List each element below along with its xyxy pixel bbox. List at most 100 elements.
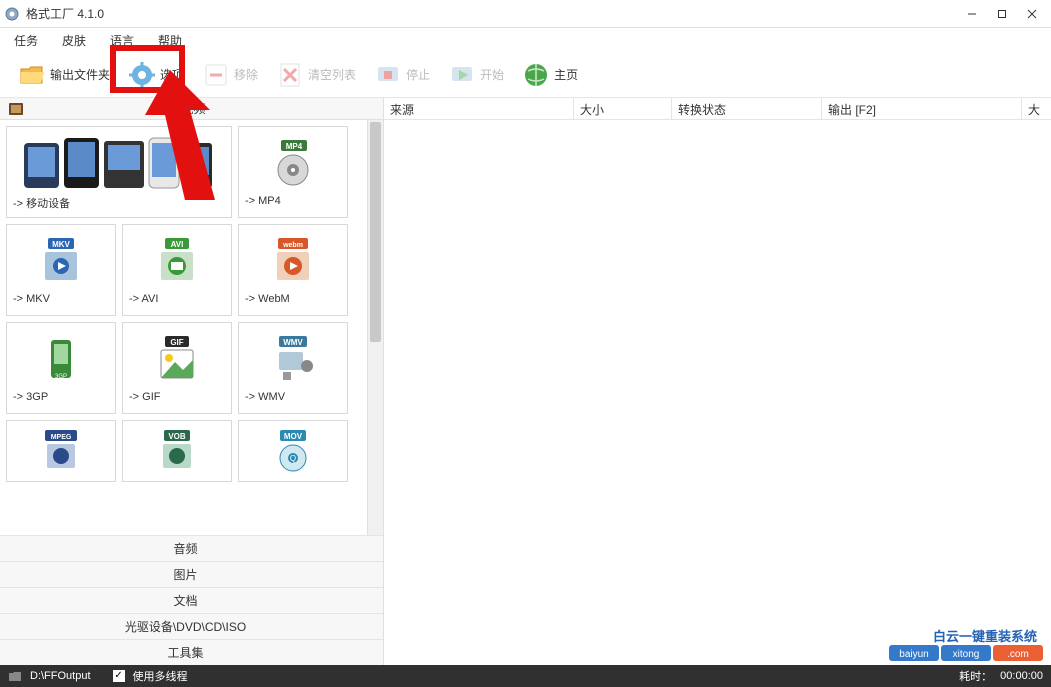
category-label: 文档 <box>18 592 383 609</box>
mobile-devices-icon <box>11 131 227 195</box>
tile-label: -> MKV <box>11 293 111 311</box>
svg-text:VOB: VOB <box>168 432 186 441</box>
vob-icon: VOB <box>127 425 227 477</box>
remove-icon <box>202 61 230 89</box>
tile-mkv[interactable]: MKV -> MKV <box>6 224 116 316</box>
category-label: 工具集 <box>18 644 383 661</box>
output-folder-button[interactable]: 输出文件夹 <box>10 57 118 93</box>
tile-mov[interactable]: MOVQ <box>238 420 348 482</box>
th-source[interactable]: 来源 <box>384 98 574 119</box>
scrollbar-vertical[interactable] <box>367 120 383 535</box>
toolbar-label: 停止 <box>406 66 430 83</box>
tile-avi[interactable]: AVI -> AVI <box>122 224 232 316</box>
mp4-icon: MP4 <box>243 131 343 195</box>
tile-label: -> WMV <box>243 391 343 409</box>
category-row-tools[interactable]: 工具集 <box>0 639 383 665</box>
tile-vob[interactable]: VOB <box>122 420 232 482</box>
gif-icon: GIF <box>127 327 227 391</box>
tile-wmv[interactable]: WMV -> WMV <box>238 322 348 414</box>
close-button[interactable] <box>1017 2 1047 26</box>
clear-list-button[interactable]: 清空列表 <box>268 57 364 93</box>
tile-label: -> MP4 <box>243 195 343 213</box>
category-row-rom[interactable]: 光驱设备\DVD\CD\ISO <box>0 613 383 639</box>
minimize-button[interactable] <box>957 2 987 26</box>
tile-label: -> WebM <box>243 293 343 311</box>
format-grid-wrap: -> 移动设备 MP4 -> MP4 <box>0 120 383 535</box>
toolbar: 输出文件夹 选项 移除 清空列表 停止 开始 主页 <box>0 52 1051 98</box>
svg-text:WMV: WMV <box>283 338 303 347</box>
title-bar: 格式工厂 4.1.0 <box>0 0 1051 28</box>
menu-skin[interactable]: 皮肤 <box>56 30 92 51</box>
tile-mobile-device[interactable]: -> 移动设备 <box>6 126 232 218</box>
window-controls <box>957 2 1047 26</box>
mkv-icon: MKV <box>11 229 111 293</box>
mov-icon: MOVQ <box>243 425 343 477</box>
tile-mp4[interactable]: MP4 -> MP4 <box>238 126 348 218</box>
maximize-button[interactable] <box>987 2 1017 26</box>
toolbar-label: 输出文件夹 <box>50 66 110 83</box>
tile-label: -> 移动设备 <box>11 195 227 213</box>
status-bar: D:\FFOutput ✓ 使用多线程 耗时： 00:00:00 <box>0 665 1051 687</box>
stop-button[interactable]: 停止 <box>366 57 438 93</box>
category-row-audio[interactable]: 音频 <box>0 535 383 561</box>
tile-gif[interactable]: GIF -> GIF <box>122 322 232 414</box>
options-button[interactable]: 选项 <box>120 57 192 93</box>
mpeg-icon: MPEG <box>11 425 111 477</box>
tile-webm[interactable]: webm -> WebM <box>238 224 348 316</box>
toolbar-label: 移除 <box>234 66 258 83</box>
multithread-label: 使用多线程 <box>133 668 188 684</box>
category-list: 音频 图片 文档 光驱设备\DVD\CD\ISO 工具集 <box>0 535 383 665</box>
svg-text:AVI: AVI <box>171 240 184 249</box>
th-size[interactable]: 大小 <box>574 98 672 119</box>
th-status[interactable]: 转换状态 <box>672 98 822 119</box>
start-button[interactable]: 开始 <box>440 57 512 93</box>
category-row-picture[interactable]: 图片 <box>0 561 383 587</box>
play-icon <box>448 61 476 89</box>
category-header-video[interactable]: 视频 <box>0 98 383 120</box>
home-button[interactable]: 主页 <box>514 57 586 93</box>
stop-icon <box>374 61 402 89</box>
clear-icon <box>276 61 304 89</box>
right-panel: 来源 大小 转换状态 输出 [F2] 大 <box>384 98 1051 665</box>
th-big[interactable]: 大 <box>1022 98 1051 119</box>
scrollbar-thumb[interactable] <box>370 122 381 342</box>
app-icon <box>4 6 20 22</box>
content-area: 视频 <box>0 98 1051 665</box>
folder-icon <box>8 670 22 682</box>
category-label: 视频 <box>34 100 383 117</box>
output-path-text[interactable]: D:\FFOutput <box>30 670 91 682</box>
toolbar-label: 清空列表 <box>308 66 356 83</box>
task-table-body <box>384 120 1051 665</box>
multithread-checkbox[interactable]: ✓ <box>113 670 125 682</box>
category-label: 音频 <box>18 540 383 557</box>
toolbar-label: 主页 <box>554 66 578 83</box>
elapsed-label: 耗时： <box>959 668 992 684</box>
elapsed-time: 00:00:00 <box>1000 670 1043 682</box>
tile-3gp[interactable]: 3GP -> 3GP <box>6 322 116 414</box>
folder-open-icon <box>18 61 46 89</box>
threegp-icon: 3GP <box>11 327 111 391</box>
task-table-header: 来源 大小 转换状态 输出 [F2] 大 <box>384 98 1051 120</box>
svg-text:MPEG: MPEG <box>51 434 72 441</box>
menu-bar: 任务 皮肤 语言 帮助 <box>0 28 1051 52</box>
toolbar-label: 开始 <box>480 66 504 83</box>
remove-button[interactable]: 移除 <box>194 57 266 93</box>
menu-task[interactable]: 任务 <box>8 30 44 51</box>
video-icon <box>8 102 24 116</box>
tile-label: -> GIF <box>127 391 227 409</box>
svg-text:GIF: GIF <box>170 338 183 347</box>
format-grid: -> 移动设备 MP4 -> MP4 <box>0 120 367 535</box>
wmv-icon: WMV <box>243 327 343 391</box>
menu-language[interactable]: 语言 <box>104 30 140 51</box>
category-row-document[interactable]: 文档 <box>0 587 383 613</box>
gear-icon <box>128 61 156 89</box>
svg-text:MOV: MOV <box>284 432 303 441</box>
menu-help[interactable]: 帮助 <box>152 30 188 51</box>
th-output[interactable]: 输出 [F2] <box>822 98 1022 119</box>
globe-icon <box>522 61 550 89</box>
tile-mpeg[interactable]: MPEG <box>6 420 116 482</box>
svg-text:3GP: 3GP <box>55 374 67 380</box>
tile-label: -> AVI <box>127 293 227 311</box>
svg-text:MKV: MKV <box>52 240 70 249</box>
svg-text:webm: webm <box>282 242 303 249</box>
